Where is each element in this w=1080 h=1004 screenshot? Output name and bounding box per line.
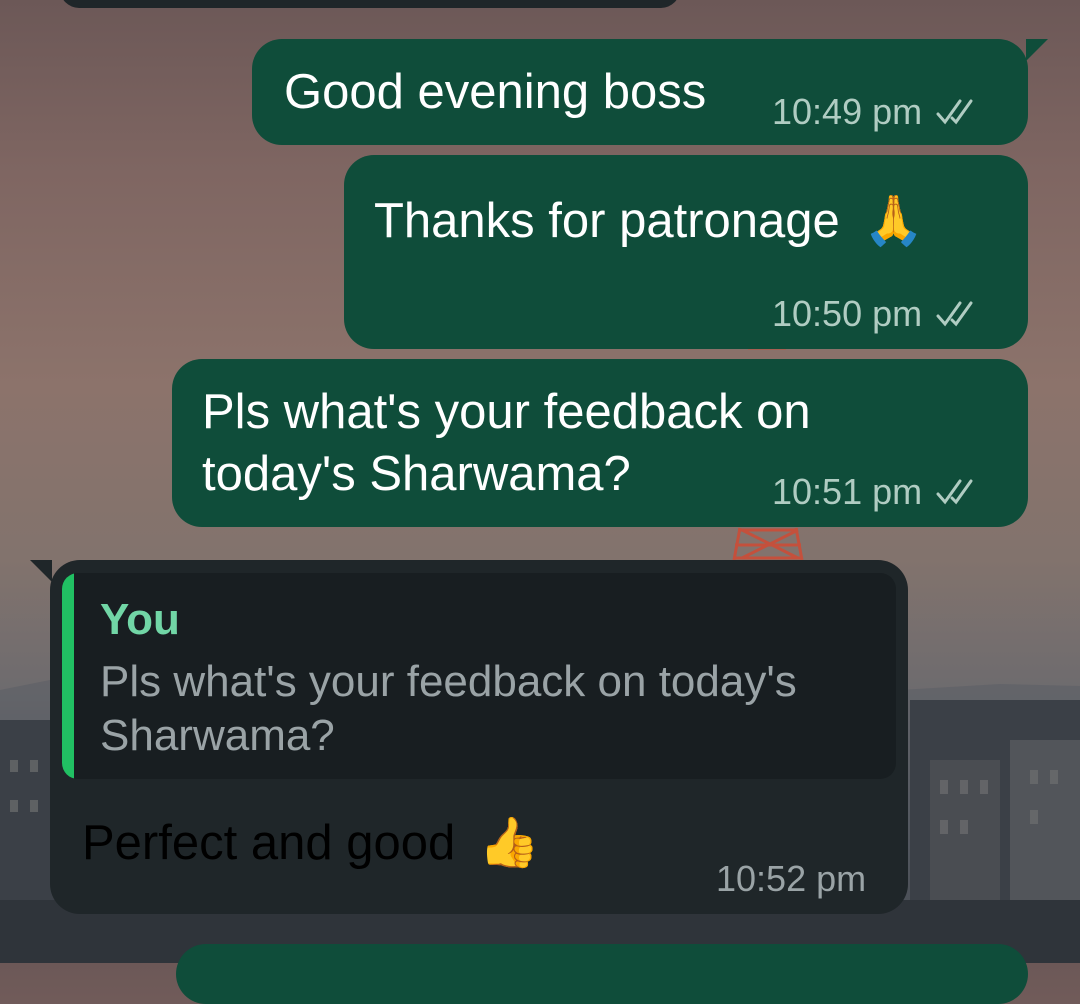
message-text-content: Thanks for patronage — [374, 194, 840, 248]
folded-hands-emoji: 🙏 — [863, 194, 925, 248]
quote-author: You — [100, 595, 180, 644]
next-message-bubble[interactable] — [176, 944, 1028, 1004]
message-text: Thanks for patronage 🙏 — [374, 190, 924, 252]
message-meta: 10:49 pm — [772, 91, 980, 133]
message-time: 10:52 pm — [716, 858, 867, 899]
message-time: 10:50 pm — [772, 293, 923, 334]
message-meta: 10:50 pm — [772, 293, 980, 335]
outgoing-message-bubble[interactable]: Pls what's your feedback on today's Shar… — [172, 359, 1028, 527]
double-check-icon — [936, 99, 973, 125]
quote-accent-bar — [62, 573, 74, 779]
message-meta: 10:51 pm — [772, 471, 980, 513]
outgoing-message-bubble[interactable]: Thanks for patronage 🙏 10:50 pm — [344, 155, 1028, 349]
reply-quote[interactable]: You Pls what's your feedback on today's … — [62, 573, 896, 779]
thumbs-up-emoji: 👍 — [478, 816, 540, 870]
double-check-icon — [936, 301, 973, 327]
double-check-icon — [936, 479, 973, 505]
message-text-line-2: today's Sharwama? — [202, 447, 631, 501]
message-text-line-1: Pls what's your feedback on — [202, 385, 811, 439]
message-time: 10:51 pm — [772, 471, 923, 512]
outgoing-message-bubble[interactable]: Good evening boss 10:49 pm — [252, 39, 1028, 145]
previous-message-bubble[interactable] — [60, 0, 680, 8]
bubble-tail — [30, 560, 52, 582]
bubble-tail — [1026, 39, 1048, 61]
message-text: Good evening boss — [284, 65, 707, 119]
message-text-content: Perfect and good — [82, 816, 456, 870]
message-time: 10:49 pm — [772, 91, 923, 132]
quote-text: Pls what's your feedback on today's Shar… — [100, 657, 797, 760]
message-text: Perfect and good 👍 — [82, 812, 540, 874]
